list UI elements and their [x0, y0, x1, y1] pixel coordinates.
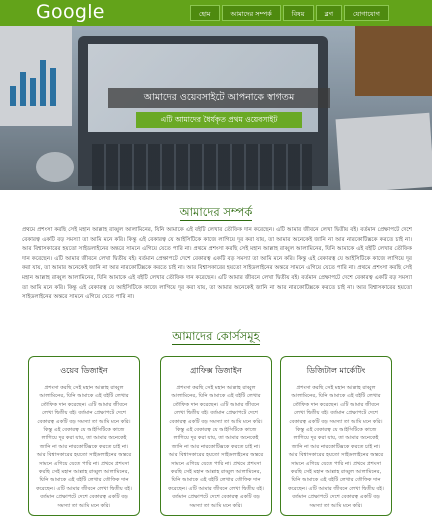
course-card-title: গ্রাফিক্স ডিজাইন	[190, 366, 242, 375]
hero-overlay	[0, 26, 432, 190]
top-navbar: Google হোম আমাদের সম্পর্ক বিষয় ব্লগ যোগ…	[0, 0, 432, 26]
course-card-text: প্রশংসা করছি সেই মহান আল্লাহ রাব্বুল আলা…	[288, 385, 384, 509]
menu-item-contact[interactable]: যোগাযোগ	[343, 5, 389, 21]
course-card-web-design[interactable]: ওয়েব ডিজাইন প্রশংসা করছি সেই মহান আল্লা…	[28, 356, 140, 516]
menu-item-home[interactable]: হোম	[190, 5, 220, 21]
hero-title: আমাদের ওয়েবসাইটে আপনাকে স্বাগতম	[108, 88, 330, 108]
course-card-title: ওয়েব ডিজাইন	[60, 366, 108, 375]
course-card-graphics-design[interactable]: গ্রাফিক্স ডিজাইন প্রশংসা করছি সেই মহান আ…	[160, 356, 272, 516]
about-heading: আমাদের সম্পর্ক	[0, 204, 432, 223]
about-paragraph: প্রথমে প্রশংসা করছি সেই মহান আল্লাহ রাব্…	[22, 227, 412, 301]
hero-subtitle: এটি আমাদের ধৈর্যকৃত প্রথম ওয়েবসাইট	[136, 112, 302, 128]
menu-item-blog[interactable]: ব্লগ	[315, 5, 342, 21]
hero-banner: আমাদের ওয়েবসাইটে আপনাকে স্বাগতম এটি আমা…	[0, 26, 432, 190]
course-card-text: প্রশংসা করছি সেই মহান আল্লাহ রাব্বুল আলা…	[168, 385, 264, 509]
course-card-title: ডিজিটাল মার্কেটিং	[306, 366, 366, 375]
course-card-digital-marketing[interactable]: ডিজিটাল মার্কেটিং প্রশংসা করছি সেই মহান …	[280, 356, 392, 516]
main-menu: হোম আমাদের সম্পর্ক বিষয় ব্লগ যোগাযোগ	[190, 5, 389, 21]
site-logo[interactable]: Google	[36, 1, 105, 23]
courses-heading-text: আমাদের কোর্সসমূহ	[172, 329, 260, 345]
courses-heading: আমাদের কোর্সসমূহ	[0, 328, 432, 347]
menu-item-about[interactable]: আমাদের সম্পর্ক	[221, 5, 281, 21]
course-card-text: প্রশংসা করছি সেই মহান আল্লাহ রাব্বুল আলা…	[36, 385, 132, 509]
menu-item-subject[interactable]: বিষয়	[282, 5, 314, 21]
about-heading-text: আমাদের সম্পর্ক	[179, 205, 253, 221]
